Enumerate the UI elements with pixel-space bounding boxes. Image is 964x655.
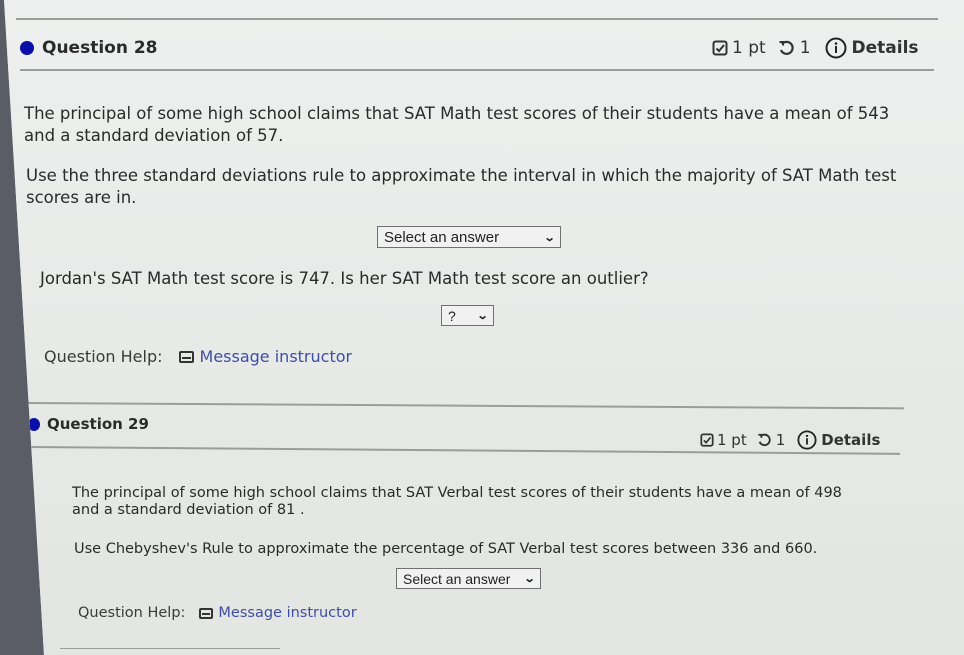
checkbox-icon [712,40,728,56]
question-28-meta: 1 pt 1 Details [712,37,919,59]
question-28-help: Question Help: Message instructor [44,347,352,366]
select-value: Select an answer [384,228,500,246]
retry-icon [778,40,794,56]
points-value: 1 pt [732,38,766,58]
info-icon[interactable] [825,37,847,59]
divider [16,18,938,20]
question-28-header: Question 28 [20,38,158,58]
question-help-label: Question Help: [44,347,163,366]
divider [60,648,280,649]
checkbox-icon [700,433,714,447]
question-29-text-1: The principal of some high school claims… [72,485,842,518]
details-link[interactable]: Details [852,38,919,58]
chevron-down-icon: ⌄ [543,231,556,244]
message-instructor-link[interactable]: Message instructor [200,347,353,366]
points-value: 1 pt [717,431,747,449]
question-28-text-2: Use the three standard deviations rule t… [26,166,897,208]
question-29-header: Question 29 [28,415,149,433]
envelope-icon [199,607,214,619]
chevron-down-icon: ⌄ [523,573,536,585]
question-28-text-3: Jordan's SAT Math test score is 747. Is … [40,269,649,288]
question-28-text-1: The principal of some high school claims… [24,104,890,146]
chevron-down-icon: ⌄ [476,310,489,322]
question-help-label: Question Help: [78,605,186,621]
retry-icon [757,433,771,447]
question-title: Question 29 [47,415,149,433]
attempts-value: 1 [799,38,811,58]
divider [25,402,904,410]
envelope-icon [178,350,194,363]
attempts-value: 1 [775,431,786,449]
outlier-answer-select[interactable]: ? ⌄ [441,305,494,326]
details-link[interactable]: Details [821,431,880,449]
interval-answer-select[interactable]: Select an answer ⌄ [377,226,561,248]
select-value: Select an answer [403,570,511,587]
status-dot-icon [20,41,34,55]
question-29-text-2: Use Chebyshev's Rule to approximate the … [74,541,818,557]
percentage-answer-select[interactable]: Select an answer ⌄ [396,568,541,589]
question-title: Question 28 [42,38,158,58]
divider [20,69,934,71]
info-icon[interactable] [797,430,817,450]
select-value: ? [448,307,456,324]
message-instructor-link[interactable]: Message instructor [218,605,356,621]
page: Question 28 1 pt 1 Details The principal… [4,0,964,655]
question-29-help: Question Help: Message instructor [78,605,357,621]
question-29-meta: 1 pt 1 Details [700,430,880,450]
